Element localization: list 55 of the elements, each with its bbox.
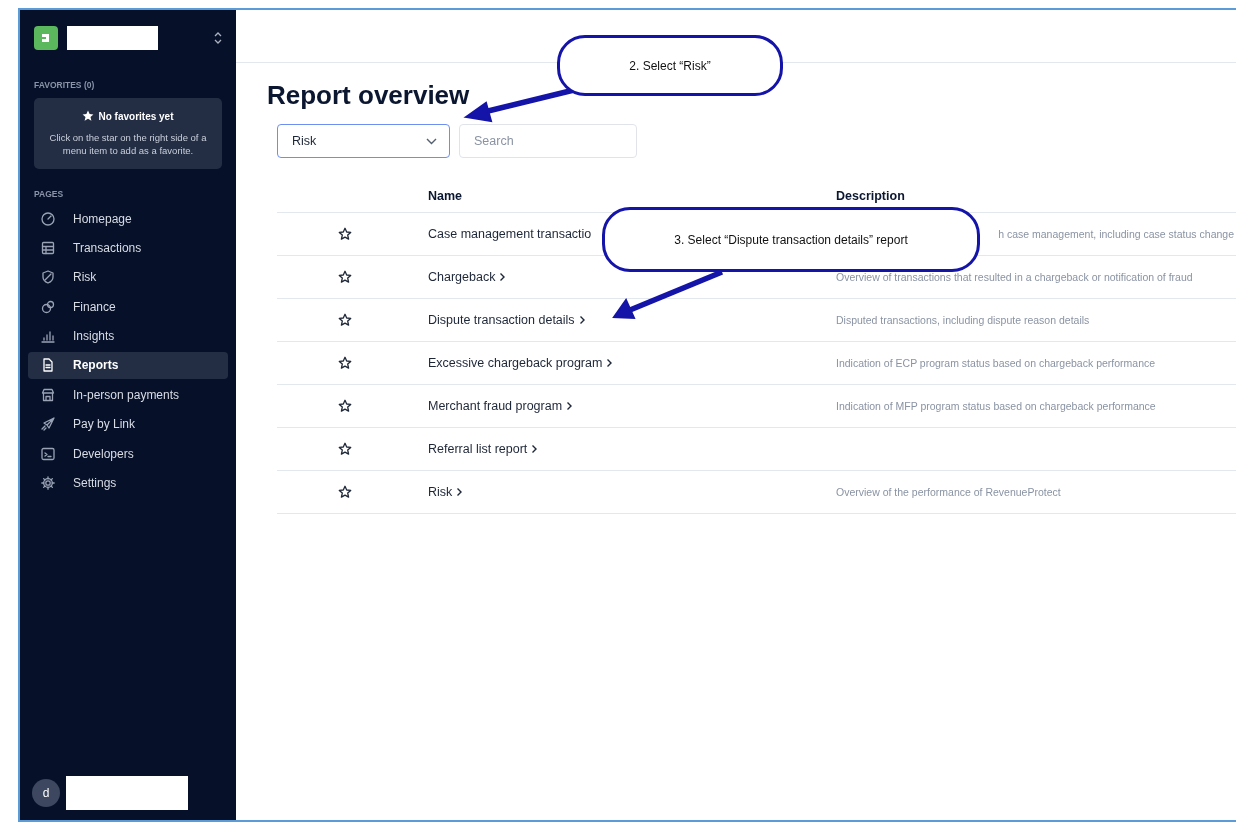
paper-plane-icon [40,416,56,433]
sidebar-item[interactable]: Developers [28,440,228,468]
sidebar-item[interactable]: Finance [28,293,228,321]
report-link[interactable]: Excessive chargeback program [428,356,603,370]
star-icon[interactable] [337,399,352,413]
chevron-down-icon [426,137,437,145]
coins-icon [40,298,56,315]
star-icon[interactable] [337,485,352,499]
favorites-hint: Click on the star on the right side of a menu item to add as a favorite. [48,131,208,157]
document-icon [40,357,56,374]
column-header: Description [836,189,905,203]
sidebar-item[interactable]: Reports [28,351,228,379]
report-link[interactable]: Case management transactio [428,227,592,241]
sidebar-item[interactable]: In-person payments [28,381,228,409]
star-icon[interactable] [337,313,352,327]
report-link[interactable]: Merchant fraud program [428,399,563,413]
gauge-icon [40,210,56,227]
star-icon [82,110,95,122]
favorites-empty-title: No favorites yet [98,110,174,122]
star-icon[interactable] [337,356,352,370]
sidebar-item[interactable]: Settings [28,469,228,497]
report-link[interactable]: Referral list report [428,442,528,456]
terminal-icon [40,445,56,462]
store-icon [40,386,56,403]
report-link[interactable]: Chargeback [428,270,496,284]
star-icon[interactable] [337,442,352,456]
report-description: Overview of transactions that resulted in a chargeback or notification of fraud [836,271,1193,283]
report-description: Indication of ECP program status based on chargeback performance [836,357,1156,369]
sidebar-item[interactable]: Homepage [28,205,228,232]
report-description: Disputed transactions, including dispute reason details [836,314,1090,326]
user-avatar[interactable]: d [32,779,60,807]
page-title: Report overview [267,80,470,111]
instruction-callout: 3. Select “Dispute transaction details” report [602,207,980,272]
report-description: Indication of MFP program status based on chargeback performance [836,400,1156,412]
gear-icon [40,475,56,491]
report-description: Overview of the performance of RevenueProtect [836,486,1061,498]
section-heading: FAVORITES (0) [34,80,96,90]
section-heading: PAGES [34,189,65,199]
category-dropdown[interactable]: Risk [277,124,450,158]
table-icon [40,239,56,256]
logo-icon [34,26,58,50]
report-link[interactable]: Dispute transaction details [428,313,575,327]
star-icon[interactable] [337,227,352,241]
sidebar-item[interactable]: Transactions [28,234,228,262]
sidebar-item[interactable]: Pay by Link [28,410,228,438]
sidebar-item[interactable]: Risk [28,263,228,291]
search-field[interactable]: Search [459,124,637,158]
report-link[interactable]: Risk [428,485,453,499]
sidebar-item[interactable]: Insights [28,322,228,350]
up-down-chevron-icon[interactable] [214,31,222,45]
report-description: h case management, including case status change [998,228,1234,240]
instruction-callout: 2. Select “Risk” [557,35,783,96]
column-header: Name [428,189,463,203]
star-icon[interactable] [337,270,352,284]
shield-icon [40,269,56,286]
